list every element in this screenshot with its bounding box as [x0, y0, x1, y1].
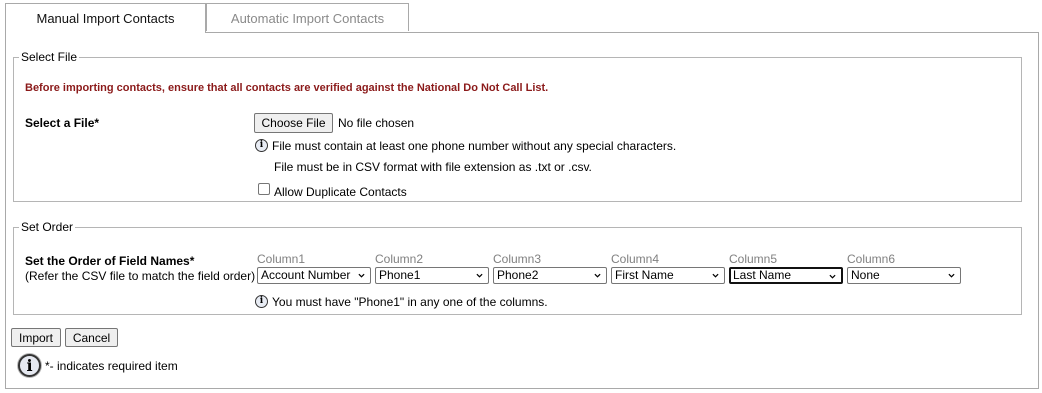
phone1-required-note: You must have "Phone1" in any one of the… [272, 295, 548, 309]
select-file-legend: Select File [21, 50, 78, 64]
column1-select[interactable]: Account Number [257, 267, 371, 284]
column5-select[interactable]: Last Name [729, 267, 843, 284]
chevron-down-icon [712, 273, 719, 278]
info-icon: i [255, 139, 268, 152]
allow-duplicates-label[interactable]: Allow Duplicate Contacts [274, 185, 407, 199]
file-requirement-phone: File must contain at least one phone num… [272, 139, 677, 153]
required-item-note: *- indicates required item [45, 359, 178, 373]
column-header: Column3 [493, 252, 542, 266]
column4-value: First Name [615, 268, 674, 282]
column-header: Column2 [375, 252, 424, 266]
column2-select[interactable]: Phone1 [375, 267, 489, 284]
chevron-down-icon [948, 273, 955, 278]
set-order-sublabel: (Refer the CSV file to match the field o… [25, 269, 256, 283]
column3-value: Phone2 [497, 268, 539, 282]
select-file-label: Select a File* [25, 116, 100, 130]
column6-value: None [851, 268, 880, 282]
set-order-label: Set the Order of Field Names* [25, 254, 195, 268]
import-button[interactable]: Import [11, 328, 61, 347]
chevron-down-icon [476, 273, 483, 278]
set-order-fieldset: Set Order Set the Order of Field Names* … [13, 220, 1022, 315]
column-header: Column4 [611, 252, 660, 266]
tab-automatic-import[interactable]: Automatic Import Contacts [206, 3, 409, 31]
cancel-button[interactable]: Cancel [65, 328, 118, 347]
column-header: Column5 [729, 252, 778, 266]
chevron-down-icon [358, 273, 365, 278]
tab-manual-import[interactable]: Manual Import Contacts [5, 3, 206, 33]
file-status-text: No file chosen [338, 116, 415, 130]
column1-value: Account Number [261, 268, 351, 282]
info-icon: i [18, 354, 41, 377]
chevron-down-icon [594, 273, 601, 278]
column-header: Column1 [257, 252, 306, 266]
column2-value: Phone1 [379, 268, 421, 282]
column3-select[interactable]: Phone2 [493, 267, 607, 284]
file-requirement-format: File must be in CSV format with file ext… [274, 160, 592, 174]
dnc-warning-text: Before importing contacts, ensure that a… [25, 82, 549, 94]
select-file-fieldset: Select File Before importing contacts, e… [13, 50, 1022, 202]
chevron-down-icon [829, 274, 836, 279]
column5-value: Last Name [733, 268, 792, 282]
column6-select[interactable]: None [847, 267, 961, 284]
column4-select[interactable]: First Name [611, 267, 725, 284]
allow-duplicates-checkbox[interactable] [258, 183, 270, 195]
set-order-legend: Set Order [21, 220, 74, 234]
choose-file-button[interactable]: Choose File [254, 113, 333, 133]
info-icon: i [255, 295, 268, 308]
tab-panel: Select File Before importing contacts, e… [5, 32, 1039, 389]
column-header: Column6 [847, 252, 896, 266]
